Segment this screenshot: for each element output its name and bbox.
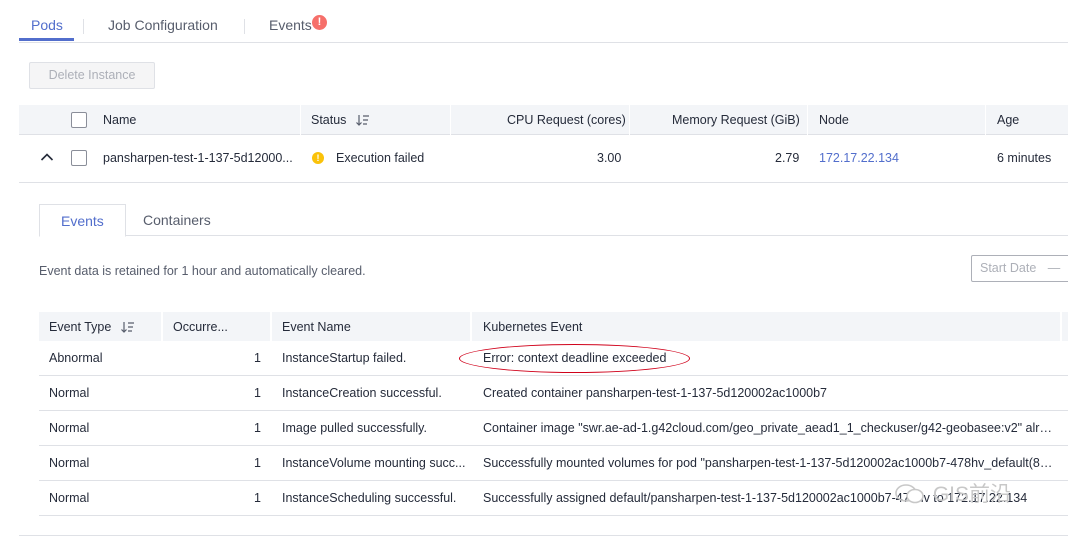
column-divider — [1060, 312, 1062, 341]
pod-node-link[interactable]: 172.17.22.134 — [819, 151, 899, 165]
header-kubernetes-event: Kubernetes Event — [483, 320, 583, 334]
header-cpu: CPU Request (cores) — [507, 113, 626, 127]
warning-icon: ! — [312, 152, 324, 164]
top-tab-bar: Pods Job Configuration Events ! — [19, 0, 1068, 43]
header-memory: Memory Request (GiB) — [672, 113, 800, 127]
kubernetes-event: Successfully mounted volumes for pod "pa… — [483, 456, 1053, 470]
column-divider — [985, 105, 986, 135]
active-tab-indicator — [19, 38, 74, 41]
tab-events-detail[interactable]: Events — [39, 204, 126, 237]
event-occurrences: 1 — [254, 386, 261, 400]
kubernetes-event: Container image "swr.ae-ad-1.g42cloud.co… — [483, 421, 1053, 435]
sort-icon[interactable] — [355, 114, 370, 126]
header-name: Name — [103, 113, 137, 127]
tab-job-configuration[interactable]: Job Configuration — [108, 17, 218, 33]
wechat-icon — [895, 484, 924, 504]
column-divider — [300, 105, 301, 135]
tab-events[interactable]: Events — [269, 17, 312, 33]
pod-age: 6 minutes — [997, 151, 1052, 165]
event-type: Normal — [49, 421, 90, 435]
events-table-header: Event Type Occurre... Event Name Kuberne… — [39, 312, 1068, 341]
event-name: InstanceVolume mounting succ... — [282, 456, 466, 470]
event-type: Abnormal — [49, 351, 103, 365]
row-checkbox[interactable] — [71, 150, 87, 166]
error-highlight-ellipse — [459, 344, 690, 373]
kubernetes-event: Created container pansharpen-test-1-137-… — [483, 386, 828, 400]
pod-cpu: 3.00 — [597, 151, 622, 165]
event-occurrences: 1 — [254, 421, 261, 435]
detail-tab-bar: Events Containers — [39, 204, 1068, 237]
header-age: Age — [997, 113, 1020, 127]
header-event-type-label: Event Type — [49, 320, 112, 334]
header-status[interactable]: Status — [311, 113, 370, 127]
event-type: Normal — [49, 491, 90, 505]
event-name: InstanceCreation successful. — [282, 386, 442, 400]
delete-instance-button[interactable]: Delete Instance — [29, 62, 155, 89]
tab-containers[interactable]: Containers — [122, 204, 232, 236]
pod-row: pansharpen-test-1-137-5d12000... ! Execu… — [19, 135, 1068, 183]
column-divider — [270, 312, 272, 341]
retention-note: Event data is retained for 1 hour and au… — [39, 264, 366, 278]
event-name: InstanceScheduling successful. — [282, 491, 457, 505]
column-divider — [807, 105, 808, 135]
alert-icon: ! — [312, 15, 327, 30]
pod-name[interactable]: pansharpen-test-1-137-5d12000... — [103, 151, 293, 165]
chevron-up-icon[interactable] — [40, 152, 54, 162]
column-divider — [629, 105, 630, 135]
tab-pods[interactable]: Pods — [31, 17, 63, 33]
header-event-name: Event Name — [282, 320, 351, 334]
event-type: Normal — [49, 386, 90, 400]
header-occurrences: Occurre... — [173, 320, 228, 334]
event-occurrences: 1 — [254, 456, 261, 470]
tab-divider — [244, 19, 245, 34]
column-divider — [450, 105, 451, 135]
event-occurrences: 1 — [254, 491, 261, 505]
table-row: Normal 1 InstanceVolume mounting succ...… — [39, 446, 1068, 481]
event-occurrences: 1 — [254, 351, 261, 365]
watermark: GIS前沿 — [895, 478, 1011, 508]
header-event-type[interactable]: Event Type — [49, 320, 135, 334]
pods-table-header: Name Status CPU Request (cores) Memory R… — [19, 105, 1068, 135]
event-type: Normal — [49, 456, 90, 470]
start-date-input[interactable]: Start Date — — [971, 255, 1068, 282]
column-divider — [470, 312, 472, 341]
divider — [19, 535, 1068, 536]
header-node: Node — [819, 113, 849, 127]
pod-memory: 2.79 — [775, 151, 800, 165]
table-row: Normal 1 InstanceCreation successful. Cr… — [39, 376, 1068, 411]
select-all-checkbox[interactable] — [71, 112, 87, 128]
event-name: InstanceStartup failed. — [282, 351, 407, 365]
pod-status: Execution failed — [336, 151, 425, 165]
start-date-placeholder: Start Date — [980, 261, 1037, 275]
tab-divider — [83, 19, 84, 34]
date-range-separator: — — [1047, 261, 1061, 275]
table-row: Normal 1 Image pulled successfully. Cont… — [39, 411, 1068, 446]
column-divider — [161, 312, 163, 341]
event-name: Image pulled successfully. — [282, 421, 427, 435]
sort-icon[interactable] — [120, 321, 135, 333]
header-status-label: Status — [311, 113, 347, 127]
watermark-text: GIS前沿 — [932, 483, 1012, 506]
